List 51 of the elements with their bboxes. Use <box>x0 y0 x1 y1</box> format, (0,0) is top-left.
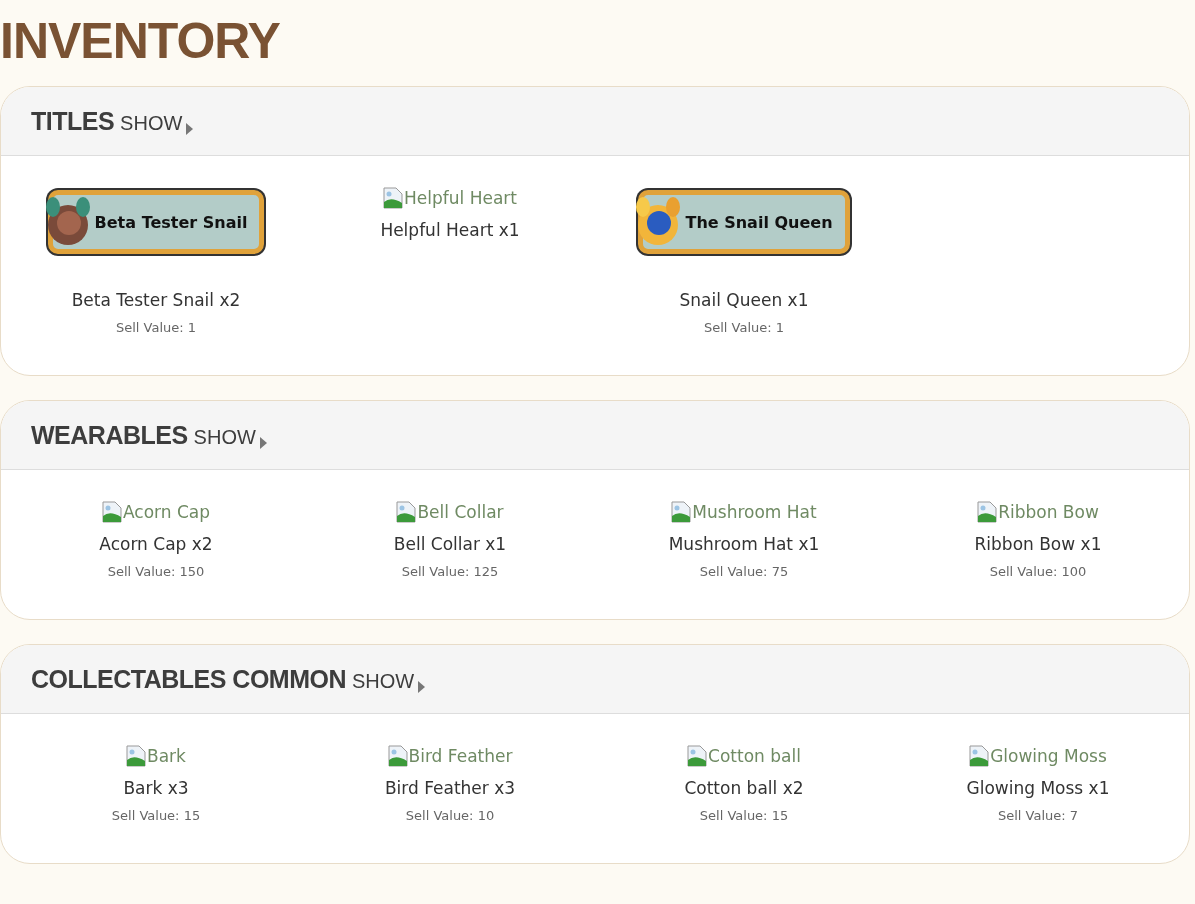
section-title: TITLES <box>31 106 115 136</box>
image-alt-text: Mushroom Hat <box>692 502 817 522</box>
show-toggle[interactable]: SHOW <box>352 665 427 693</box>
item-name: Cotton ball x2 <box>684 778 804 798</box>
broken-image-icon <box>687 745 708 767</box>
caret-icon <box>186 122 195 135</box>
show-toggle[interactable]: SHOW <box>120 107 195 135</box>
broken-image-icon <box>977 501 998 523</box>
image-alt-text: Acorn Cap <box>123 502 210 522</box>
sell-value: Sell Value: 150 <box>107 564 205 579</box>
image-alt-text: Bell Collar <box>417 502 504 522</box>
image-alt-text: Bark <box>147 746 186 766</box>
sell-value: Sell Value: 15 <box>111 808 201 823</box>
item-name: Bird Feather x3 <box>384 778 516 798</box>
item-name: Bark x3 <box>123 778 189 798</box>
show-toggle[interactable]: SHOW <box>193 421 268 449</box>
broken-image-icon <box>671 501 692 523</box>
image-alt-text: Cotton ball <box>708 746 801 766</box>
sell-value: Sell Value: 100 <box>989 564 1087 579</box>
item-name: Beta Tester Snail x2 <box>71 290 241 310</box>
item-name: Helpful Heart x1 <box>380 220 520 240</box>
image-alt-text: Helpful Heart <box>404 188 517 208</box>
section-title: COLLECTABLES COMMON <box>31 664 346 694</box>
item-name: Bell Collar x1 <box>393 534 507 554</box>
sell-value: Sell Value: 125 <box>401 564 499 579</box>
badge-label: The Snail Queen <box>685 212 833 232</box>
item-name: Glowing Moss x1 <box>966 778 1110 798</box>
badge-label: Beta Tester Snail <box>94 212 248 232</box>
item-name: Ribbon Bow x1 <box>974 534 1102 554</box>
broken-image-icon <box>969 745 990 767</box>
page-title: INVENTORY <box>0 12 281 71</box>
item-name: Snail Queen x1 <box>679 290 809 310</box>
caret-icon <box>418 680 427 693</box>
sell-value: Sell Value: 10 <box>405 808 495 823</box>
sell-value: Sell Value: 7 <box>997 808 1079 823</box>
sell-value: Sell Value: 1 <box>115 320 197 335</box>
section-title: WEARABLES <box>31 420 188 450</box>
broken-image-icon <box>383 187 403 209</box>
broken-image-icon <box>396 501 417 523</box>
sell-value: Sell Value: 1 <box>703 320 785 335</box>
broken-image-icon <box>102 501 122 523</box>
sell-value: Sell Value: 75 <box>699 564 789 579</box>
sell-value: Sell Value: 15 <box>699 808 789 823</box>
broken-image-icon <box>126 745 147 767</box>
image-alt-text: Glowing Moss <box>990 746 1107 766</box>
caret-icon <box>259 436 268 449</box>
item-name: Mushroom Hat x1 <box>668 534 820 554</box>
broken-image-icon <box>387 745 408 767</box>
image-alt-text: Ribbon Bow <box>998 502 1099 522</box>
item-name: Acorn Cap x2 <box>99 534 213 554</box>
image-alt-text: Bird Feather <box>408 746 513 766</box>
